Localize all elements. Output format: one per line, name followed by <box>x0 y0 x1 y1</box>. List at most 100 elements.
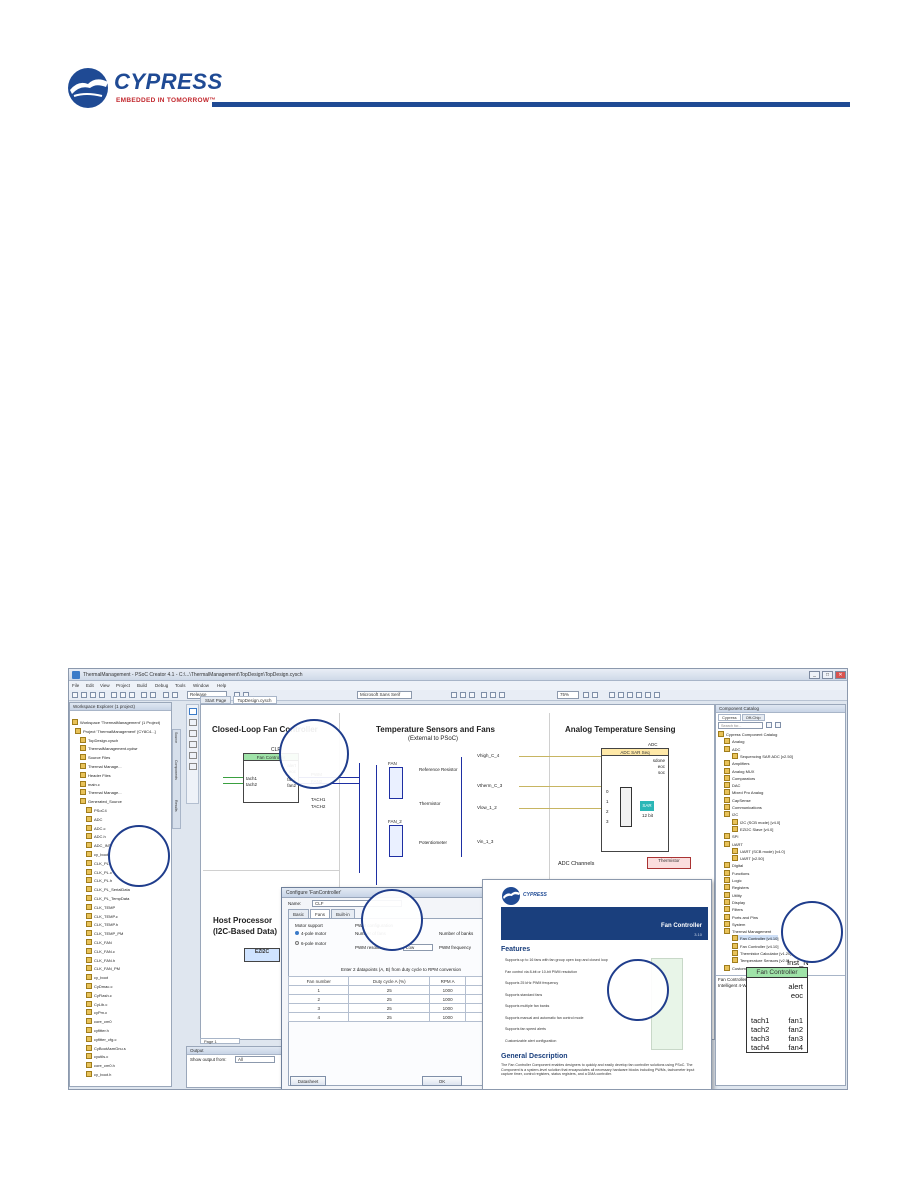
catalog-tree-item[interactable]: Temperature Sensors [v2.0] <box>732 957 789 963</box>
undo-icon[interactable] <box>141 692 147 698</box>
workspace-tree-item[interactable]: Project 'ThermalManagement' [CY8C4...] <box>75 728 156 734</box>
catalog-tree-item[interactable]: Utility <box>724 892 742 898</box>
fan-controller-symbol[interactable]: Fan Controller tach1 tach2 tach3 tach4 a… <box>746 967 808 1053</box>
save-icon[interactable] <box>90 692 96 698</box>
workspace-tree-item[interactable]: CLK_FAN_PM <box>86 965 120 971</box>
new-icon[interactable] <box>72 692 78 698</box>
pointer-tool-icon[interactable] <box>189 708 197 715</box>
open-icon[interactable] <box>81 692 87 698</box>
catalog-tree-item[interactable]: ADC <box>724 746 740 752</box>
workspace-tree-item[interactable]: cy_boot <box>86 851 108 857</box>
workspace-tree-item[interactable]: cyPm.c <box>86 1009 107 1015</box>
bold-icon[interactable] <box>451 692 457 698</box>
tab-components[interactable]: Components <box>174 760 178 780</box>
workspace-tree-item[interactable]: PSoC4 <box>86 807 107 813</box>
paste-icon[interactable] <box>129 692 135 698</box>
fan1-connector[interactable] <box>389 767 403 799</box>
workspace-tree-item[interactable]: CLK_PL.h <box>86 877 112 883</box>
menu-file[interactable]: File <box>72 683 79 688</box>
tab-topdesign[interactable]: TopDesign.cysch <box>232 696 277 704</box>
catalog-tree-item[interactable]: SPI <box>724 833 738 839</box>
catalog-tree-item[interactable]: UART (SCB mode) [v4.0] <box>732 848 785 854</box>
text-tool-icon[interactable] <box>189 763 197 770</box>
close-button[interactable]: ✕ <box>835 671 846 679</box>
cell[interactable]: 1000 <box>429 1012 467 1022</box>
menu-tools[interactable]: Tools <box>175 683 186 688</box>
workspace-tree-item[interactable]: cyfitter_cfg.c <box>86 1036 116 1042</box>
catalog-refresh-icon[interactable] <box>766 722 772 728</box>
workspace-tree-item[interactable]: Source Files <box>80 754 110 760</box>
bus-icon[interactable] <box>636 692 642 698</box>
thermistor-tag[interactable]: Thermistor <box>647 857 691 869</box>
tab-cypress[interactable]: Cypress <box>718 714 741 721</box>
workspace-tree-item[interactable]: cy_boot <box>86 974 108 980</box>
workspace-tree-item[interactable]: Thermal Manage... <box>80 789 122 795</box>
zoom-select[interactable]: 75% <box>557 691 579 699</box>
catalog-tree-item[interactable]: Fan Controller [v4.10] <box>732 943 778 949</box>
italic-icon[interactable] <box>460 692 466 698</box>
cell[interactable]: 25 <box>348 994 431 1004</box>
menu-project[interactable]: Project <box>116 683 130 688</box>
font-select[interactable]: Microsoft Sans Serif <box>357 691 412 699</box>
label-icon[interactable] <box>645 692 651 698</box>
tab-fans[interactable]: Fans <box>310 909 331 918</box>
redo-icon[interactable] <box>150 692 156 698</box>
catalog-tree-item[interactable]: Custom <box>724 965 746 971</box>
workspace-tree-item[interactable]: core_cm0.h <box>86 1062 115 1068</box>
catalog-tree-item[interactable]: CapSense <box>724 797 751 803</box>
workspace-tree-item[interactable]: CLK_TEMP.c <box>86 913 118 919</box>
workspace-tree-item[interactable]: CLK_PL_SerialData <box>86 886 130 892</box>
workspace-tree-item[interactable]: cyfitter.h <box>86 1027 109 1033</box>
workspace-tree-item[interactable]: CyFlash.c <box>86 992 112 998</box>
catalog-tree-item[interactable]: I2C (SCB mode) [v4.0] <box>732 819 780 825</box>
align-right-icon[interactable] <box>499 692 505 698</box>
motor-option-6pole[interactable]: 6-pole motor <box>295 941 326 946</box>
workspace-tree-item[interactable]: CLK_FAN.h <box>86 957 115 963</box>
workspace-tree-item[interactable]: CyLib.c <box>86 1001 107 1007</box>
workspace-tree-item[interactable]: Workspace 'ThermalManagement' (1 Project… <box>72 719 160 725</box>
catalog-tree-item[interactable]: Analog MUX <box>724 768 754 774</box>
catalog-tree-item[interactable]: Thermistor Calculator [v1.20] <box>732 950 791 956</box>
cut-icon[interactable] <box>111 692 117 698</box>
workspace-tree-item[interactable]: cyutils.c <box>86 1053 108 1059</box>
workspace-tree-item[interactable]: CLK_FAN.c <box>86 948 115 954</box>
catalog-tree-item[interactable]: Fan Controller [v4.10] <box>732 935 779 941</box>
zoom-in-icon[interactable] <box>583 692 589 698</box>
output-filter-select[interactable]: All <box>235 1056 275 1063</box>
cell[interactable]: 1000 <box>429 994 467 1004</box>
catalog-tree-item[interactable]: Registers <box>724 884 749 890</box>
cell[interactable]: 1000 <box>429 1003 467 1013</box>
cell[interactable]: 25 <box>348 985 431 995</box>
build-icon[interactable] <box>163 692 169 698</box>
catalog-tree-item[interactable]: Mixed Pro Analog <box>724 789 763 795</box>
workspace-tree-item[interactable]: CLK_TEMP <box>86 904 115 910</box>
catalog-tree-item[interactable]: Analog <box>724 738 744 744</box>
workspace-tree-item[interactable]: CyDmac.c <box>86 983 112 989</box>
catalog-tree-item[interactable]: Digital <box>724 862 743 868</box>
catalog-tree-item[interactable]: System <box>724 921 745 927</box>
workspace-tree-item[interactable]: ADC.h <box>86 833 106 839</box>
workspace-tree-item[interactable]: Generated_Source <box>80 798 122 804</box>
snap-icon[interactable] <box>618 692 624 698</box>
zoom-out-icon[interactable] <box>592 692 598 698</box>
workspace-tree-item[interactable]: ThermalManagement.cydwr <box>80 745 138 751</box>
underline-icon[interactable] <box>469 692 475 698</box>
menu-debug[interactable]: Debug <box>155 683 168 688</box>
menu-view[interactable]: View <box>100 683 110 688</box>
workspace-tree-item[interactable]: CLK_FAN <box>86 939 112 945</box>
grid-icon[interactable] <box>609 692 615 698</box>
motor-option-4pole[interactable]: 4-pole motor <box>295 931 326 936</box>
cell[interactable]: 1000 <box>429 985 467 995</box>
ezi2c-block[interactable]: EZI2C <box>244 948 280 962</box>
catalog-tree-item[interactable]: Functions <box>724 870 749 876</box>
tab-results[interactable]: Results <box>174 800 178 812</box>
tab-page-1[interactable]: Page 1 <box>200 1038 240 1044</box>
catalog-tree-item[interactable]: Ports and Pins <box>724 914 758 920</box>
catalog-tree-item[interactable]: Logic <box>724 877 742 883</box>
catalog-tree-item[interactable]: UART <box>724 841 743 847</box>
workspace-tree-item[interactable]: CyBootAsmGnu.s <box>86 1045 126 1051</box>
menu-build[interactable]: Build <box>137 683 147 688</box>
wire-icon[interactable] <box>627 692 633 698</box>
catalog-tree-item[interactable]: I2C <box>724 811 738 817</box>
workspace-tree-item[interactable]: CLK_TEMP.h <box>86 921 118 927</box>
